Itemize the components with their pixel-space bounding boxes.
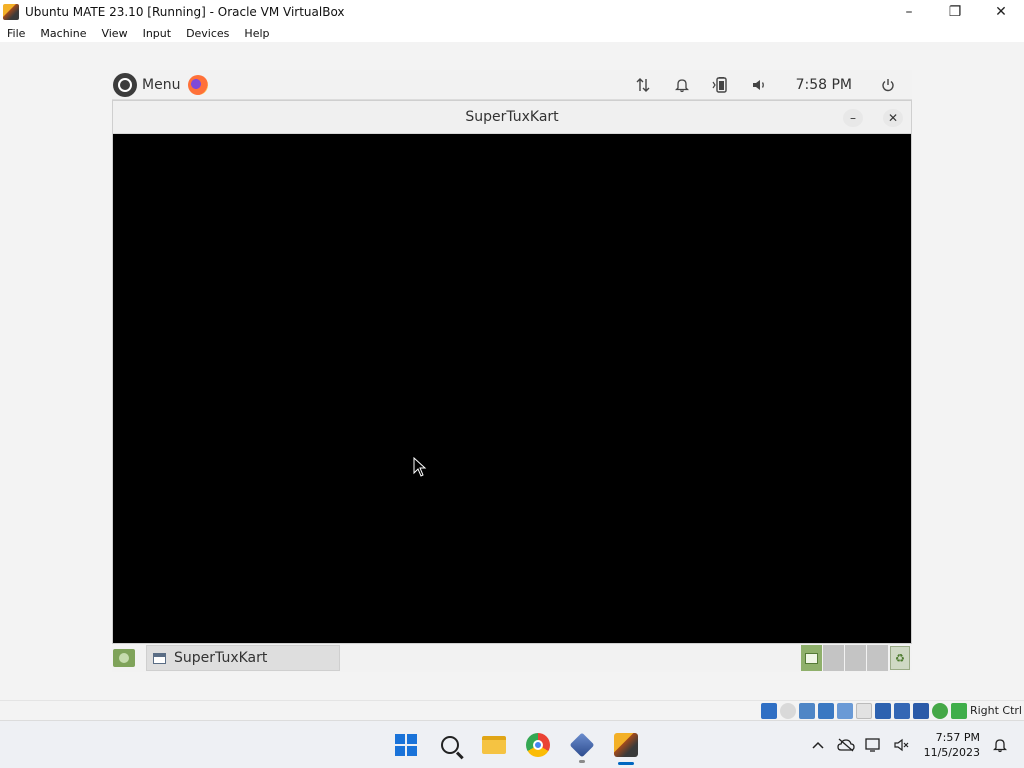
search-icon[interactable] — [428, 723, 472, 767]
app-minimize-button[interactable]: – — [843, 109, 863, 127]
vbox-status-bar: Right Ctrl — [0, 700, 1024, 720]
supertuxkart-window[interactable]: SuperTuxKart – ✕ — [112, 100, 912, 644]
volume-muted-icon[interactable] — [888, 729, 916, 761]
menu-machine[interactable]: Machine — [33, 27, 94, 40]
supertuxkart-icon[interactable] — [604, 723, 648, 767]
taskbar-task-supertuxkart[interactable]: SuperTuxKart — [146, 645, 340, 671]
show-desktop-button[interactable] — [113, 649, 135, 667]
trash-icon[interactable]: ♻ — [890, 646, 910, 670]
host-titlebar: Ubuntu MATE 23.10 [Running] - Oracle VM … — [0, 0, 1024, 24]
battery-icon[interactable] — [709, 70, 733, 100]
guest-clock[interactable]: 7:58 PM — [796, 77, 852, 93]
guest-screen: Menu 7:58 PM SuperTuxKart – ✕ SuperTuxKa… — [112, 70, 912, 672]
video-capture-icon[interactable] — [893, 702, 910, 719]
workspace-2[interactable] — [823, 645, 844, 671]
notification-bell-icon[interactable] — [670, 70, 694, 100]
guest-additions-icon[interactable] — [931, 702, 948, 719]
virtualbox-icon[interactable] — [560, 723, 604, 767]
host-key-label[interactable]: Right Ctrl — [970, 704, 1022, 717]
game-viewport[interactable] — [113, 134, 911, 643]
virtualization-icon[interactable] — [912, 702, 929, 719]
window-icon — [153, 652, 166, 664]
optical-drive-icon[interactable] — [779, 702, 796, 719]
menu-file[interactable]: File — [0, 27, 33, 40]
taskbar-clock[interactable]: 7:57 PM 11/5/2023 — [924, 730, 980, 760]
usb-icon[interactable] — [836, 702, 853, 719]
guest-tray: 7:58 PM — [616, 70, 912, 100]
firefox-icon[interactable] — [188, 74, 209, 95]
hard-disk-icon[interactable] — [760, 702, 777, 719]
windows-taskbar: 7:57 PM 11/5/2023 — [0, 720, 1024, 768]
workspace-1[interactable] — [801, 645, 822, 671]
menu-input[interactable]: Input — [136, 27, 179, 40]
menu-button[interactable]: Menu — [142, 77, 180, 93]
workspace-3[interactable] — [845, 645, 866, 671]
app-window-title: SuperTuxKart — [465, 109, 559, 125]
app-titlebar[interactable]: SuperTuxKart – ✕ — [113, 101, 911, 134]
clock-date: 11/5/2023 — [923, 746, 980, 759]
volume-icon[interactable] — [748, 70, 772, 100]
network-icon[interactable] — [631, 70, 655, 100]
host-menubar: File Machine View Input Devices Help — [0, 24, 1024, 42]
host-window-controls: – ❐ ✕ — [886, 0, 1024, 24]
workspace-4[interactable] — [867, 645, 888, 671]
ubuntu-logo-icon[interactable] — [113, 72, 137, 97]
start-icon[interactable] — [384, 723, 428, 767]
network-status-icon[interactable] — [860, 729, 888, 761]
task-label: SuperTuxKart — [174, 650, 268, 666]
chrome-icon[interactable] — [516, 723, 560, 767]
minimize-button[interactable]: – — [886, 0, 932, 24]
host-window-title: Ubuntu MATE 23.10 [Running] - Oracle VM … — [25, 5, 345, 19]
chevron-up-icon[interactable] — [804, 729, 832, 761]
display-icon[interactable] — [874, 702, 891, 719]
file-explorer-icon[interactable] — [472, 723, 516, 767]
taskbar-apps — [384, 721, 648, 768]
mouse-integration-icon[interactable] — [950, 702, 967, 719]
audio-icon[interactable] — [798, 702, 815, 719]
menu-devices[interactable]: Devices — [179, 27, 237, 40]
guest-bottom-panel: SuperTuxKart ♻ — [112, 644, 912, 672]
system-tray: 7:57 PM 11/5/2023 — [804, 721, 1024, 768]
shared-folders-icon[interactable] — [855, 702, 872, 719]
app-close-button[interactable]: ✕ — [883, 109, 903, 127]
notification-bell-icon[interactable] — [986, 729, 1014, 761]
guest-top-panel: Menu 7:58 PM — [112, 70, 912, 100]
close-button[interactable]: ✕ — [978, 0, 1024, 24]
cloud-offline-icon[interactable] — [832, 729, 860, 761]
menu-help[interactable]: Help — [237, 27, 277, 40]
mouse-cursor-icon — [413, 457, 427, 477]
menu-view[interactable]: View — [94, 27, 135, 40]
power-icon[interactable] — [876, 70, 900, 100]
supertuxkart-app-icon — [3, 4, 19, 20]
network-adapter-icon[interactable] — [817, 702, 834, 719]
workspace-switcher — [800, 645, 888, 671]
clock-time: 7:57 PM — [935, 731, 980, 744]
maximize-button[interactable]: ❐ — [932, 0, 978, 24]
